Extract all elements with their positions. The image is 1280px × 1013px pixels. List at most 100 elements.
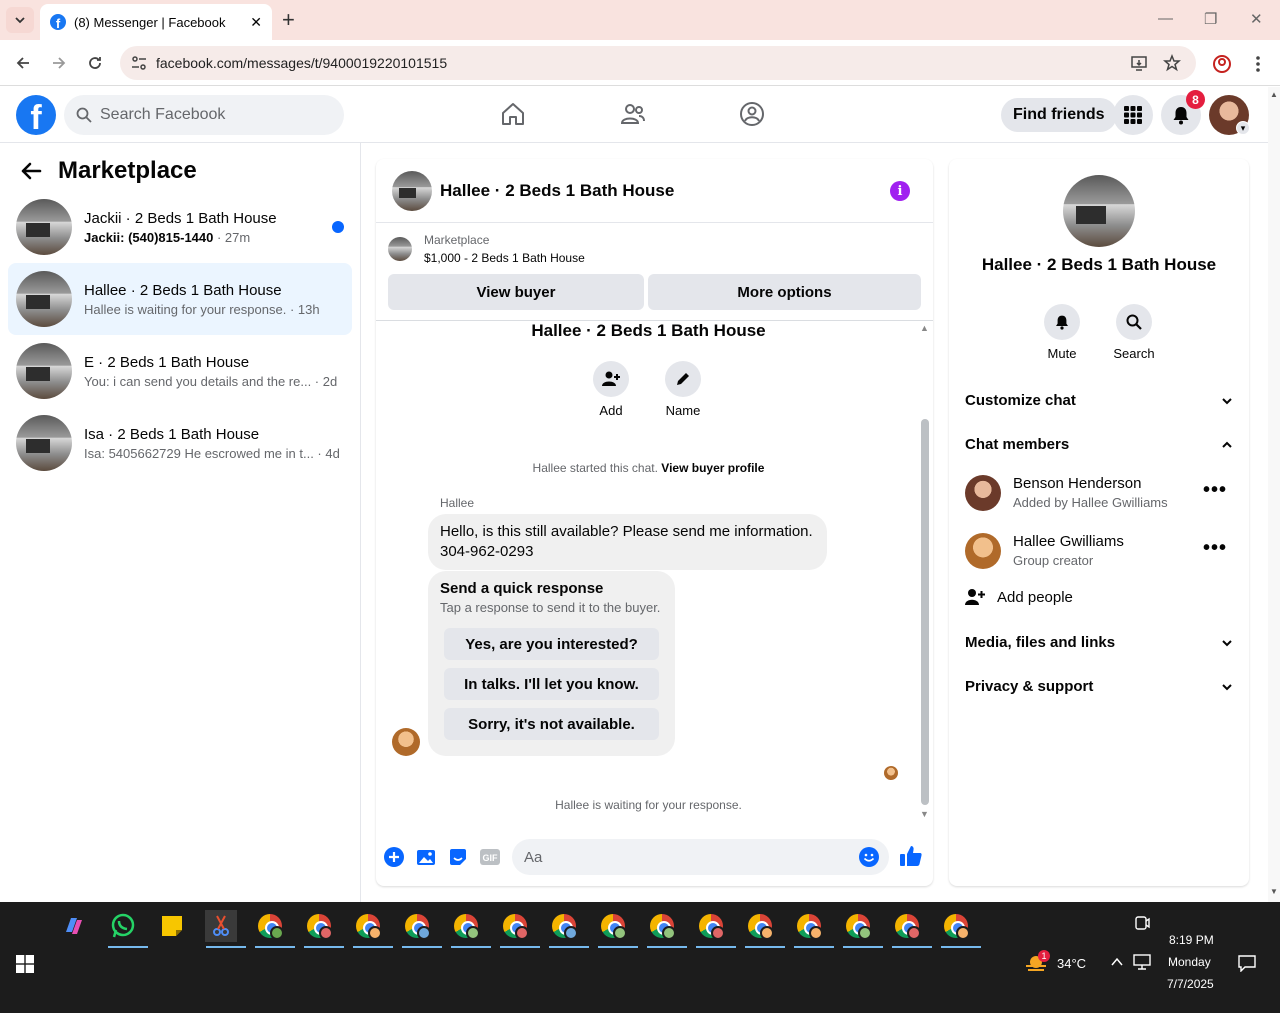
chrome-profile-icon[interactable] bbox=[254, 910, 295, 948]
name-chat-action[interactable]: Name bbox=[653, 361, 713, 418]
member-item[interactable]: Hallee Gwilliams Group creator ••• bbox=[965, 533, 1233, 573]
chrome-profile-icon[interactable] bbox=[597, 910, 638, 948]
close-tab-icon[interactable]: ✕ bbox=[250, 14, 262, 31]
scroll-down-icon[interactable]: ▼ bbox=[920, 809, 929, 819]
snipping-tool-icon[interactable] bbox=[205, 910, 246, 948]
chat-scrollbar[interactable]: ▲ ▼ bbox=[919, 321, 931, 825]
quick-response-button[interactable]: Yes, are you interested? bbox=[444, 628, 659, 660]
message-bubble[interactable]: Hello, is this still available? Please s… bbox=[428, 514, 827, 570]
sticker-icon[interactable] bbox=[448, 847, 468, 867]
mute-button[interactable]: Mute bbox=[1032, 304, 1092, 361]
site-info-icon[interactable] bbox=[130, 54, 148, 72]
chevron-up-icon[interactable] bbox=[1111, 957, 1123, 967]
home-icon[interactable] bbox=[500, 101, 526, 127]
search-in-chat-button[interactable]: Search bbox=[1104, 304, 1164, 361]
url-field[interactable]: facebook.com/messages/t/9400019220101515 bbox=[120, 46, 1196, 80]
chat-members-row[interactable]: Chat members bbox=[965, 436, 1233, 453]
chrome-profile-icon[interactable] bbox=[646, 910, 687, 948]
add-member-action[interactable]: Add bbox=[581, 361, 641, 418]
search-input[interactable]: Search Facebook bbox=[64, 95, 344, 135]
emoji-icon[interactable] bbox=[859, 847, 879, 867]
conversation-item[interactable]: Isa · 2 Beds 1 Bath House Isa: 540566272… bbox=[8, 407, 352, 479]
scroll-up-icon[interactable]: ▲ bbox=[920, 323, 929, 333]
temperature[interactable]: 34°C bbox=[1057, 956, 1086, 971]
chrome-profile-icon[interactable] bbox=[401, 910, 442, 948]
scroll-thumb[interactable] bbox=[921, 419, 929, 805]
plus-circle-icon[interactable] bbox=[384, 847, 404, 867]
quick-response-button[interactable]: Sorry, it's not available. bbox=[444, 708, 659, 740]
clock-day[interactable]: Monday bbox=[1168, 955, 1211, 969]
network-icon[interactable] bbox=[1133, 954, 1151, 970]
chrome-profile-icon[interactable] bbox=[744, 910, 785, 948]
more-options-icon[interactable]: ••• bbox=[1203, 479, 1227, 502]
chrome-profile-icon[interactable] bbox=[450, 910, 491, 948]
close-window-icon[interactable]: ✕ bbox=[1250, 10, 1263, 28]
chrome-profile-icon[interactable] bbox=[842, 910, 883, 948]
conversation-item[interactable]: Jackii · 2 Beds 1 Bath House Jackii: (54… bbox=[8, 191, 352, 263]
back-arrow-icon[interactable] bbox=[20, 161, 42, 181]
profile-icon[interactable] bbox=[1212, 54, 1232, 74]
chrome-profile-icon[interactable] bbox=[548, 910, 589, 948]
back-button[interactable] bbox=[12, 52, 34, 74]
chat-avatar-large[interactable] bbox=[1063, 175, 1135, 247]
notification-center-icon[interactable] bbox=[1238, 954, 1256, 972]
meet-now-icon[interactable] bbox=[1134, 914, 1150, 932]
find-friends-button[interactable]: Find friends bbox=[1001, 98, 1117, 132]
customize-chat-row[interactable]: Customize chat bbox=[965, 392, 1233, 409]
chrome-profile-icon[interactable] bbox=[793, 910, 834, 948]
whatsapp-icon[interactable] bbox=[107, 910, 148, 948]
member-item[interactable]: Benson Henderson Added by Hallee Gwillia… bbox=[965, 475, 1233, 515]
listing-thumbnail bbox=[16, 199, 72, 255]
gif-icon[interactable]: GIF bbox=[479, 847, 501, 867]
quick-response-button[interactable]: In talks. I'll let you know. bbox=[444, 668, 659, 700]
tab-search-button[interactable] bbox=[6, 7, 34, 33]
menu-button[interactable] bbox=[1113, 95, 1153, 135]
chevron-down-icon[interactable]: ▾ bbox=[1236, 121, 1250, 135]
chrome-profile-icon[interactable] bbox=[352, 910, 393, 948]
chat-title[interactable]: Hallee · 2 Beds 1 Bath House bbox=[440, 181, 674, 201]
chrome-profile-icon[interactable] bbox=[695, 910, 736, 948]
chrome-profile-icon[interactable] bbox=[499, 910, 540, 948]
privacy-support-row[interactable]: Privacy & support bbox=[965, 678, 1233, 695]
sender-avatar[interactable] bbox=[392, 728, 420, 756]
chrome-profile-icon[interactable] bbox=[940, 910, 981, 948]
groups-icon[interactable] bbox=[739, 101, 765, 127]
reload-button[interactable] bbox=[84, 52, 106, 74]
chrome-profile-icon[interactable] bbox=[891, 910, 932, 948]
clock-time[interactable]: 8:19 PM bbox=[1169, 933, 1214, 947]
conversation-item-active[interactable]: Hallee · 2 Beds 1 Bath House Hallee is w… bbox=[8, 263, 352, 335]
new-tab-button[interactable]: + bbox=[282, 9, 295, 31]
facebook-logo-icon[interactable]: f bbox=[16, 95, 56, 135]
message-input[interactable]: Aa bbox=[512, 839, 889, 875]
clock-date[interactable]: 7/7/2025 bbox=[1167, 977, 1214, 991]
thumbs-up-icon[interactable] bbox=[899, 844, 923, 868]
more-options-icon[interactable]: ••• bbox=[1203, 537, 1227, 560]
marketplace-listing[interactable]: Marketplace $1,000 - 2 Beds 1 Bath House bbox=[388, 233, 585, 265]
copilot-icon[interactable] bbox=[58, 910, 90, 942]
windows-start-icon[interactable] bbox=[16, 955, 34, 973]
browser-tab[interactable]: f (8) Messenger | Facebook ✕ bbox=[40, 4, 272, 40]
photo-icon[interactable] bbox=[416, 847, 436, 867]
more-options-button[interactable]: More options bbox=[648, 274, 921, 310]
add-people-button[interactable]: Add people bbox=[965, 588, 1073, 606]
info-icon[interactable]: i bbox=[890, 181, 910, 201]
forward-button[interactable] bbox=[48, 52, 70, 74]
kebab-menu-icon[interactable] bbox=[1250, 54, 1266, 74]
minimize-icon[interactable]: — bbox=[1158, 10, 1173, 27]
media-files-row[interactable]: Media, files and links bbox=[965, 634, 1233, 651]
friends-icon[interactable] bbox=[620, 101, 646, 127]
view-buyer-profile-link[interactable]: View buyer profile bbox=[661, 461, 764, 475]
view-buyer-button[interactable]: View buyer bbox=[388, 274, 644, 310]
sticky-notes-icon[interactable] bbox=[156, 910, 188, 942]
chevron-down-icon bbox=[1222, 639, 1232, 646]
install-app-icon[interactable] bbox=[1130, 54, 1148, 72]
bookmark-star-icon[interactable] bbox=[1163, 54, 1181, 72]
chat-avatar[interactable] bbox=[392, 170, 432, 211]
member-avatar bbox=[965, 475, 1001, 511]
page-scrollbar[interactable]: ▲ ▼ bbox=[1268, 87, 1280, 902]
scroll-up-icon[interactable]: ▲ bbox=[1270, 90, 1278, 99]
chrome-profile-icon[interactable] bbox=[303, 910, 344, 948]
restore-icon[interactable]: ❐ bbox=[1204, 10, 1217, 28]
scroll-down-icon[interactable]: ▼ bbox=[1270, 887, 1278, 896]
conversation-item[interactable]: E · 2 Beds 1 Bath House You: i can send … bbox=[8, 335, 352, 407]
